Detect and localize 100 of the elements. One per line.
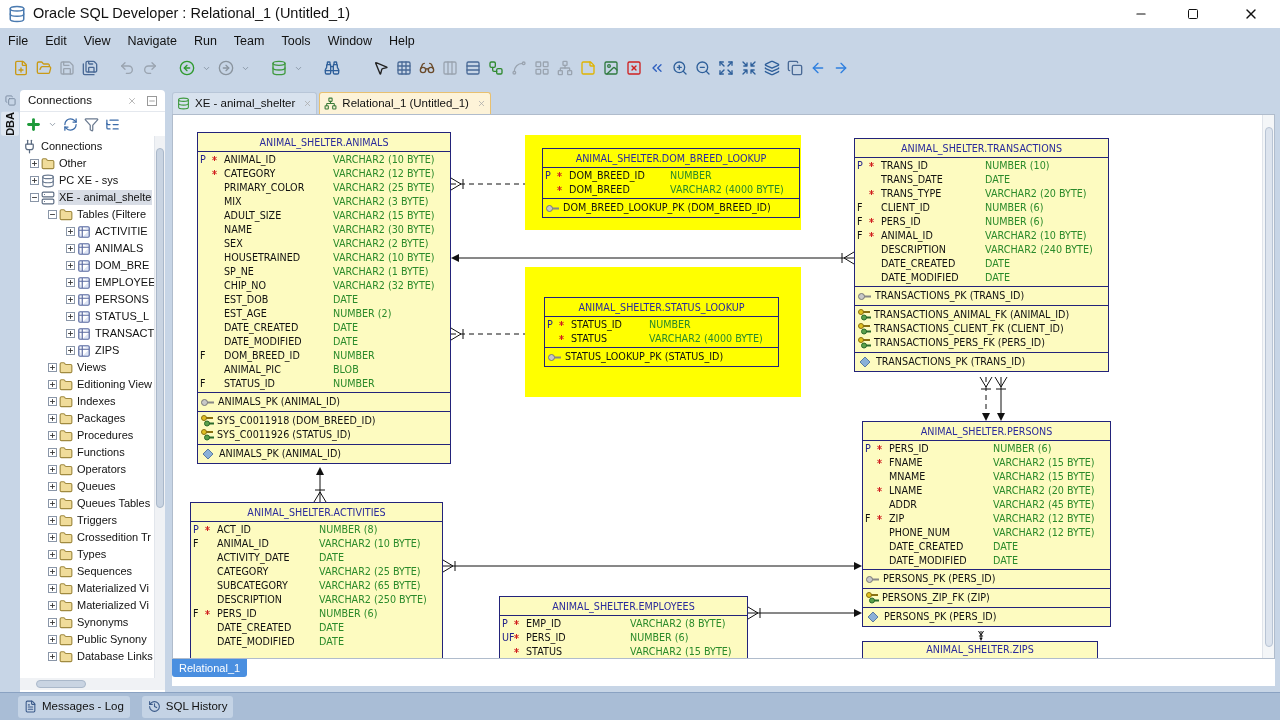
side-tab[interactable]: DBA <box>1 112 19 136</box>
tree-item[interactable]: Connections <box>40 139 104 154</box>
fit-icon[interactable] <box>718 60 734 76</box>
delete-icon[interactable] <box>626 60 642 76</box>
tree-item[interactable]: Procedures <box>76 428 135 443</box>
copy-icon[interactable] <box>787 60 803 76</box>
tree-item[interactable]: Other <box>58 156 88 171</box>
view-icon[interactable] <box>419 60 435 76</box>
tree-item[interactable]: ACTIVITIE <box>94 224 149 239</box>
expand-toggle[interactable] <box>66 278 75 287</box>
menu-item[interactable]: Window <box>327 32 373 51</box>
bottom-tab[interactable]: SQL History <box>141 695 234 718</box>
table-grid-icon[interactable] <box>396 60 412 76</box>
rows-icon[interactable] <box>465 60 481 76</box>
menu-item[interactable]: Tools <box>281 32 311 51</box>
expand-toggle[interactable] <box>66 261 75 270</box>
tree-item[interactable]: Indexes <box>76 394 117 409</box>
menu-item[interactable]: View <box>83 32 111 51</box>
collapse-tree-icon[interactable] <box>105 116 120 132</box>
tree-item[interactable]: Types <box>76 547 108 562</box>
expand-toggle[interactable] <box>66 329 75 338</box>
menu-item[interactable]: Team <box>233 32 265 51</box>
vertical-scrollbar[interactable] <box>1262 115 1274 658</box>
shrink-icon[interactable] <box>741 60 757 76</box>
layers-icon[interactable] <box>764 60 780 76</box>
expand-toggle[interactable] <box>48 482 57 491</box>
table-entity[interactable]: ANIMAL_SHELTER.DOM_BREED_LOOKUP P DOM_BREED_ID NUMBER DOM_BREED VARCHAR2 (4000 BYTE) DOM_BREED_LOOKUP_PK (DOM_BREED_ID) <box>542 148 800 218</box>
expand-toggle[interactable] <box>48 635 57 644</box>
tree-item[interactable]: Queues Tables <box>76 496 152 511</box>
expand-toggle[interactable] <box>48 652 57 661</box>
expand-toggle[interactable] <box>66 346 75 355</box>
expand-toggle[interactable] <box>66 227 75 236</box>
expand-toggle[interactable] <box>30 159 39 168</box>
expand-toggle[interactable] <box>48 618 57 627</box>
expand-toggle[interactable] <box>30 176 39 185</box>
table-entity[interactable] <box>190 502 443 658</box>
expand-toggle[interactable] <box>48 380 57 389</box>
sql-worksheet-icon[interactable] <box>271 60 287 76</box>
image-icon[interactable] <box>603 60 619 76</box>
tree-item[interactable]: Materialized Vi <box>76 581 150 596</box>
tree-item[interactable]: Materialized Vi <box>76 598 150 613</box>
expand-toggle[interactable] <box>66 312 75 321</box>
table-entity[interactable] <box>197 132 451 464</box>
tree-item[interactable]: ANIMALS <box>94 241 145 256</box>
tree-item[interactable]: Functions <box>76 445 126 460</box>
tree-item[interactable]: DOM_BRE <box>94 258 151 273</box>
table-entity[interactable]: ANIMAL_SHELTER.EMPLOYEES P EMP_ID VARCHAR2 (8 BYTE) UF PERS_ID NUMBER (6) STATUS VARCHAR2 (15 BYTE) <box>499 596 748 658</box>
expand-toggle[interactable] <box>48 533 57 542</box>
tree-item[interactable]: Public Synony <box>76 632 148 647</box>
tree-item[interactable]: Packages <box>76 411 127 426</box>
expand-toggle[interactable] <box>48 499 57 508</box>
expand-toggle[interactable] <box>48 210 57 219</box>
expand-toggle[interactable] <box>48 584 57 593</box>
expand-toggle[interactable] <box>30 193 39 202</box>
tree-item[interactable]: ZIPS <box>94 343 121 358</box>
table-entity[interactable] <box>854 138 1109 372</box>
tree-item[interactable]: Sequences <box>76 564 134 579</box>
expand-toggle[interactable] <box>48 516 57 525</box>
expand-toggle[interactable] <box>48 414 57 423</box>
tree-item[interactable]: Operators <box>76 462 127 477</box>
tree-item[interactable]: Triggers <box>76 513 118 528</box>
expand-toggle[interactable] <box>48 448 57 457</box>
expand-toggle[interactable] <box>48 567 57 576</box>
tree-item[interactable]: Queues <box>76 479 117 494</box>
expand-toggle[interactable] <box>48 465 57 474</box>
table-entity[interactable] <box>862 421 1111 627</box>
bottom-tab[interactable]: Messages - Log <box>18 695 130 718</box>
add-icon[interactable] <box>25 115 42 133</box>
zoom-out-icon[interactable] <box>695 60 711 76</box>
menu-item[interactable]: Run <box>193 32 217 51</box>
tree-item[interactable]: Editioning View <box>76 377 153 392</box>
refresh-icon[interactable] <box>63 116 78 132</box>
minimize-icon[interactable] <box>147 95 157 106</box>
table-entity[interactable]: ANIMAL_SHELTER.STATUS_LOOKUP P STATUS_ID NUMBER STATUS VARCHAR2 (4000 BYTE) STATUS_LOOKUP_PK (STATUS_ID) <box>544 297 779 367</box>
tree-item[interactable]: Synonyms <box>76 615 130 630</box>
filter-icon[interactable] <box>84 116 99 132</box>
tree-item[interactable]: PC XE - sys <box>58 173 120 188</box>
save-all-icon[interactable] <box>82 60 98 76</box>
expand-toggle[interactable] <box>66 295 75 304</box>
menu-item[interactable]: Edit <box>45 32 67 51</box>
tree-item[interactable]: Crossedition Tr <box>76 530 152 545</box>
editor-tab[interactable]: Relational_1 (Untitled_1) <box>319 92 491 114</box>
tree-item[interactable]: Database Links <box>76 649 154 664</box>
expand-toggle[interactable] <box>66 244 75 253</box>
editor-tab[interactable]: XE - animal_shelter <box>172 92 318 114</box>
tree-item[interactable]: XE - animal_shelte <box>58 190 153 205</box>
expand-toggle[interactable] <box>48 363 57 372</box>
menu-item[interactable]: Navigate <box>127 32 177 51</box>
vertical-scrollbar[interactable] <box>154 136 165 678</box>
pointer-icon[interactable] <box>373 60 389 76</box>
menu-item[interactable]: Help <box>389 32 415 51</box>
relation-icon[interactable] <box>488 60 504 76</box>
expand-toggle[interactable] <box>48 601 57 610</box>
expand-toggle[interactable] <box>48 397 57 406</box>
tree-item[interactable]: PERSONS <box>94 292 150 307</box>
tree-item[interactable]: Tables (Filtere <box>76 207 148 222</box>
tree-item[interactable]: Views <box>76 360 108 375</box>
menu-item[interactable]: File <box>8 32 29 51</box>
back-icon[interactable] <box>179 60 195 76</box>
table-entity[interactable]: ANIMAL_SHELTER.ZIPS <box>862 641 1098 658</box>
